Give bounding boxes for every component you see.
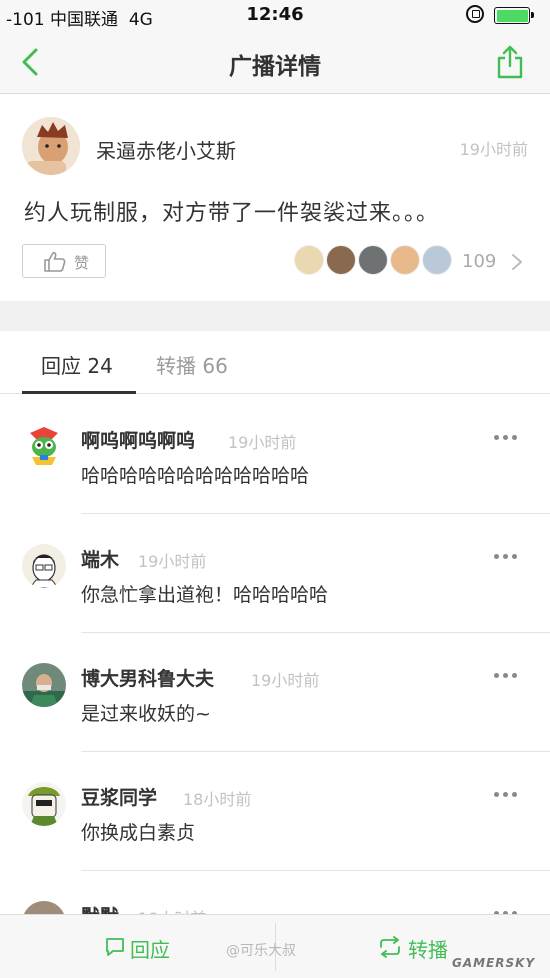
liker-avatar[interactable]	[358, 245, 388, 275]
commenter-name[interactable]: 端木	[81, 545, 119, 572]
post-content: 约人玩制服，对方带了一件袈裟过来。。。	[24, 201, 440, 226]
more-icon[interactable]	[492, 671, 520, 681]
commenter-avatar[interactable]	[22, 663, 66, 707]
comment-time: 19小时前	[138, 552, 207, 571]
reply-label: 回应	[130, 938, 170, 962]
more-icon[interactable]	[492, 552, 520, 562]
active-tab-indicator	[22, 391, 136, 394]
commenter-avatar[interactable]	[22, 782, 66, 826]
post-author[interactable]: 呆逼赤佬小艾斯	[96, 135, 236, 164]
commenter-name[interactable]: 啊呜啊呜啊呜	[81, 426, 195, 453]
tab-rebroadcasts[interactable]: 转播 66	[156, 350, 228, 379]
broadcast-post: 呆逼赤佬小艾斯 19小时前 约人玩制服，对方带了一件袈裟过来。。。 赞 109	[0, 95, 550, 301]
orientation-lock-icon	[466, 5, 484, 23]
more-icon[interactable]	[492, 433, 520, 443]
post-time: 19小时前	[459, 140, 528, 159]
comment-bubble-icon	[106, 938, 124, 956]
share-icon[interactable]	[494, 44, 526, 80]
tab-bar: 回应 24 转播 66	[0, 331, 550, 394]
comment-text: 哈哈哈哈哈哈哈哈哈哈哈哈	[81, 465, 310, 487]
liker-avatar[interactable]	[294, 245, 324, 275]
page-title: 广播详情	[229, 54, 321, 80]
like-label: 赞	[74, 254, 90, 272]
thumbs-up-icon	[44, 251, 66, 272]
rebroadcast-label: 转播	[408, 938, 448, 962]
comment-text: 你急忙拿出道袍！哈哈哈哈哈	[81, 584, 329, 606]
comment-item: 博大男科鲁大夫 19小时前 是过来收妖的~	[0, 633, 550, 752]
author-avatar[interactable]	[22, 117, 80, 175]
nav-bar: 广播详情	[0, 30, 550, 94]
watermark: @可乐大叔	[226, 943, 296, 959]
comment-time: 19小时前	[228, 433, 297, 452]
brand-watermark: GAMERSKY	[452, 956, 536, 970]
comment-time: 19小时前	[251, 671, 320, 690]
more-icon[interactable]	[492, 790, 520, 800]
comment-time: 18小时前	[183, 790, 252, 809]
liker-avatar[interactable]	[422, 245, 452, 275]
tab-replies[interactable]: 回应 24	[41, 350, 113, 379]
chevron-right-icon[interactable]	[510, 252, 524, 272]
section-divider	[0, 301, 550, 331]
liker-avatar[interactable]	[390, 245, 420, 275]
commenter-avatar[interactable]	[22, 544, 66, 588]
commenter-avatar[interactable]	[22, 425, 66, 469]
comment-item: 豆浆同学 18小时前 你换成白素贞	[0, 752, 550, 871]
comment-text: 是过来收妖的~	[81, 703, 211, 725]
status-bar: -101 中国联通 4G 12:46	[0, 0, 550, 30]
battery-icon	[494, 7, 534, 24]
comment-text: 你换成白素贞	[81, 822, 196, 844]
like-button[interactable]: 赞	[22, 244, 106, 278]
liker-avatar[interactable]	[326, 245, 356, 275]
comment-item: 啊呜啊呜啊呜 19小时前 哈哈哈哈哈哈哈哈哈哈哈哈	[0, 395, 550, 514]
like-count[interactable]: 109	[462, 251, 496, 272]
comment-item: 端木 19小时前 你急忙拿出道袍！哈哈哈哈哈	[0, 514, 550, 633]
repost-icon	[380, 936, 400, 958]
commenter-name[interactable]: 豆浆同学	[81, 783, 157, 810]
commenter-name[interactable]: 博大男科鲁大夫	[81, 664, 214, 691]
